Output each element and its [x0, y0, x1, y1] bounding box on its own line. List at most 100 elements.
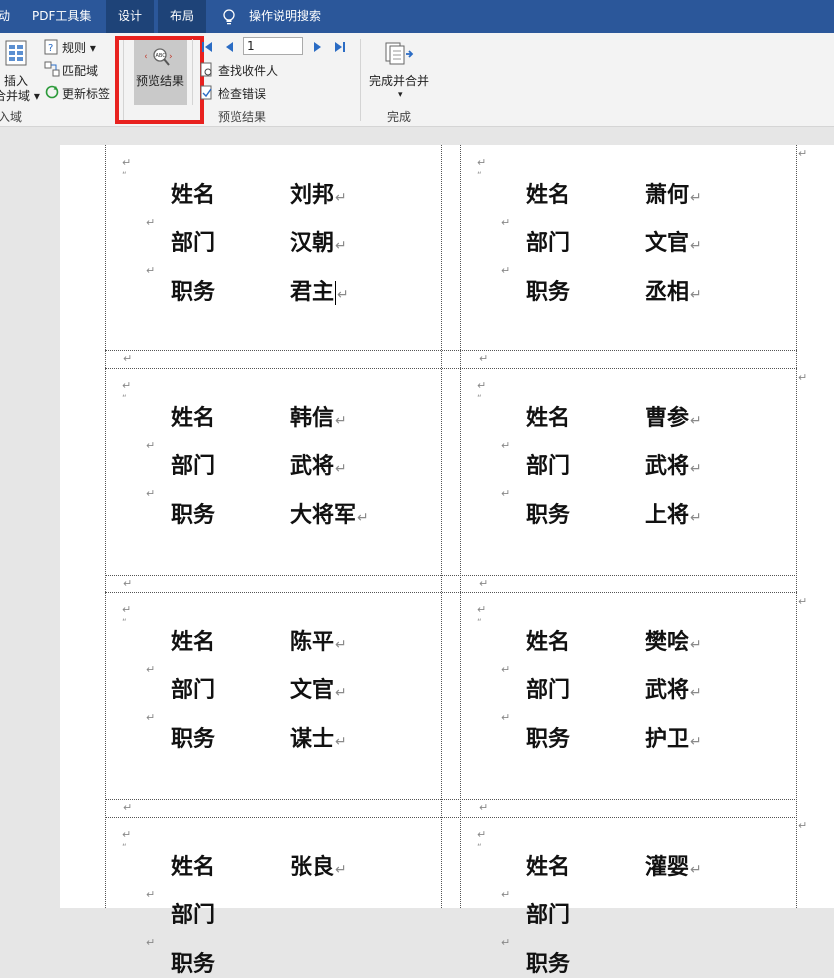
paragraph-mark: ↵	[335, 734, 347, 750]
group-label-preview-results: 预览结果	[218, 110, 267, 124]
first-record-icon[interactable]	[201, 41, 213, 53]
merge-field-text: 君主	[290, 280, 335, 305]
paragraph-mark: ↵	[122, 828, 132, 841]
finish-merge-button[interactable]: 完成并合并	[369, 74, 429, 88]
merge-field-text: 张良	[290, 855, 335, 880]
update-labels-button[interactable]: 更新标签	[62, 87, 110, 101]
record-number-input[interactable]: 1	[243, 37, 303, 55]
check-errors-button[interactable]: 检查错误	[218, 87, 266, 101]
field-label: 职务	[526, 727, 571, 752]
field-value-name[interactable]: 韩信↵	[290, 406, 347, 434]
field-label: 姓名	[171, 183, 216, 208]
paragraph-mark: ↵	[501, 711, 511, 724]
field-value-role[interactable]: 大将军↵	[290, 503, 369, 531]
paragraph-mark: ↵	[123, 801, 133, 814]
field-value-role[interactable]: 君主 ↵	[290, 280, 349, 308]
text-cursor	[335, 281, 337, 305]
merge-field-text: 樊哙	[645, 630, 690, 655]
paragraph-mark: ↵	[335, 238, 347, 254]
field-label: 姓名	[526, 183, 571, 208]
field-label: 职务	[171, 280, 216, 305]
field-value-role[interactable]: 丞相↵	[645, 280, 702, 308]
rules-button[interactable]: 规则 ▾	[62, 41, 96, 55]
end-of-row-mark: ↵	[798, 371, 808, 384]
last-record-icon[interactable]	[334, 41, 346, 53]
field-label: 姓名	[526, 406, 571, 431]
field-value-dept[interactable]: 文官↵	[645, 231, 702, 259]
merge-field-text: 汉朝	[290, 231, 335, 256]
paragraph-mark: ↵	[477, 603, 487, 616]
ribbon-separator	[192, 39, 193, 105]
paragraph-mark: ↵	[501, 663, 511, 676]
paragraph-mark: ↵	[146, 711, 156, 724]
paragraph-mark: ↵	[501, 216, 511, 229]
field-value-role[interactable]: 护卫↵	[645, 727, 702, 755]
find-recipient-button[interactable]: 查找收件人	[218, 64, 278, 78]
tab-layout[interactable]: 布局	[158, 0, 206, 33]
paragraph-mark: ↵	[477, 828, 487, 841]
menu-bar: 动 PDF工具集 设计 布局 操作说明搜索	[0, 0, 834, 33]
match-fields-button[interactable]: 匹配域	[62, 64, 98, 78]
paragraph-mark: ↵	[690, 734, 702, 750]
tab-pdf-tools[interactable]: PDF工具集	[32, 0, 91, 33]
field-label: 职务	[526, 952, 571, 977]
tab-mailings[interactable]: 动	[0, 0, 18, 33]
next-record-icon[interactable]	[313, 41, 323, 53]
paragraph-mark: ↵	[690, 637, 702, 653]
paragraph-mark: ↵	[146, 264, 156, 277]
end-of-row-mark: ↵	[798, 147, 808, 160]
table-border	[105, 350, 797, 351]
merge-field-text: 丞相	[645, 280, 690, 305]
check-errors-icon	[200, 85, 212, 100]
finish-merge-dropdown-arrow[interactable]: ▾	[398, 88, 403, 102]
paragraph-mark: ↵	[335, 190, 347, 206]
field-value-dept[interactable]: 汉朝↵	[290, 231, 347, 259]
table-border	[105, 575, 797, 576]
paragraph-mark: ↵	[123, 577, 133, 590]
insert-merge-field-icon[interactable]	[4, 40, 28, 66]
paragraph-mark: ↵	[479, 577, 489, 590]
tab-design[interactable]: 设计	[106, 0, 154, 33]
field-value-role[interactable]: 上将↵	[645, 503, 702, 531]
field-value-dept[interactable]: 武将↵	[645, 678, 702, 706]
paragraph-mark: ↵	[690, 461, 702, 477]
page-top-margin	[60, 127, 834, 145]
field-marker: “	[477, 171, 482, 181]
field-label: 部门	[526, 231, 571, 256]
field-label: 部门	[171, 678, 216, 703]
previous-record-icon[interactable]	[224, 41, 234, 53]
field-label: 部门	[526, 903, 571, 928]
field-value-name[interactable]: 灌婴↵	[645, 855, 702, 883]
field-value-dept[interactable]: 武将↵	[290, 454, 347, 482]
field-value-role[interactable]: 谋士↵	[290, 727, 347, 755]
paragraph-mark: ↵	[477, 156, 487, 169]
field-label: 部门	[171, 231, 216, 256]
paragraph-mark: ↵	[501, 888, 511, 901]
end-of-row-mark: ↵	[798, 595, 808, 608]
field-value-dept[interactable]: 文官↵	[290, 678, 347, 706]
field-value-name[interactable]: 曹参↵	[645, 406, 702, 434]
finish-merge-icon[interactable]	[384, 41, 416, 67]
insert-merge-field-button-line2[interactable]: 合并域 ▾	[0, 89, 40, 103]
field-label: 部门	[171, 903, 216, 928]
tell-me-search[interactable]: 操作说明搜索	[249, 0, 321, 33]
field-value-name[interactable]: 张良↵	[290, 855, 347, 883]
field-value-name[interactable]: 樊哙↵	[645, 630, 702, 658]
table-border	[105, 799, 797, 800]
field-marker: “	[122, 843, 127, 853]
paragraph-mark: ↵	[690, 413, 702, 429]
field-value-dept[interactable]: 武将↵	[645, 454, 702, 482]
merge-field-text: 谋士	[290, 727, 335, 752]
paragraph-mark: ↵	[690, 190, 702, 206]
field-value-name[interactable]: 刘邦↵	[290, 183, 347, 211]
highlight-box	[115, 36, 204, 124]
lightbulb-icon	[223, 9, 235, 25]
field-value-name[interactable]: 萧何↵	[645, 183, 702, 211]
paragraph-mark: ↵	[337, 287, 349, 303]
insert-merge-field-button[interactable]: 插入	[4, 74, 28, 88]
field-value-name[interactable]: 陈平↵	[290, 630, 347, 658]
paragraph-mark: ↵	[501, 487, 511, 500]
table-border	[105, 368, 797, 369]
table-border	[441, 145, 442, 908]
paragraph-mark: ↵	[501, 936, 511, 949]
